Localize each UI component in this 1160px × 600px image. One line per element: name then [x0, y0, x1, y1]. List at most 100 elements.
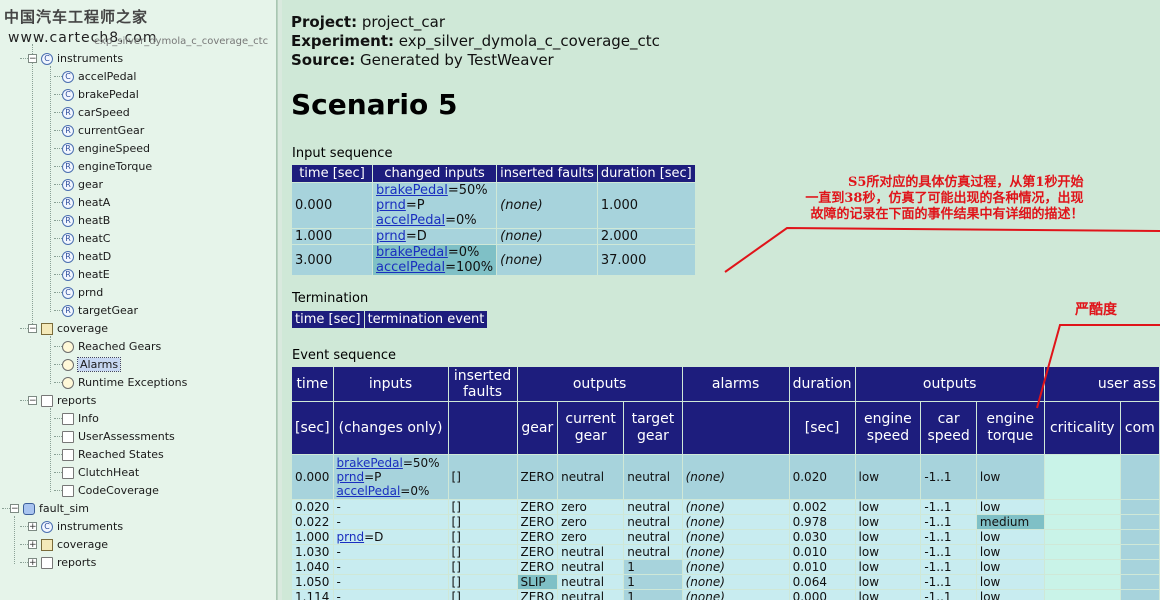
- result-variable-icon: R: [62, 160, 74, 173]
- tree-item-reports[interactable]: − reports: [28, 392, 96, 409]
- engine-speed-cell: low: [855, 455, 921, 499]
- tree-item-coverage[interactable]: − coverage: [28, 320, 108, 337]
- tree-item-experiment-partial[interactable]: exp_silver_dymola_c_coverage_ctc: [32, 33, 268, 50]
- tree-item-label: Reached Gears: [78, 340, 162, 353]
- tree-item-fault-sim[interactable]: − fault_sim: [10, 500, 89, 517]
- tree-item-label: brakePedal: [78, 88, 139, 101]
- comment-cell[interactable]: [1120, 530, 1159, 544]
- project-tree-panel[interactable]: 中国汽车工程师之家 www.cartech8.com exp_silver_dy…: [0, 0, 277, 600]
- target-gear-cell: neutral: [624, 500, 682, 514]
- faults-cell: []: [448, 575, 517, 589]
- car-speed-cell: -1..1: [921, 455, 976, 499]
- expander-icon[interactable]: +: [28, 540, 37, 550]
- comment-cell[interactable]: [1120, 500, 1159, 514]
- tree-item-fault-sim-coverage[interactable]: + coverage: [28, 536, 108, 553]
- input-change: accelPedal=0%: [376, 213, 493, 228]
- tree-item-heatB[interactable]: RheatB: [62, 212, 110, 229]
- input-link[interactable]: prnd: [337, 470, 365, 484]
- input-link[interactable]: accelPedal: [376, 260, 445, 275]
- criticality-cell[interactable]: [1044, 545, 1120, 559]
- tree-item-heatD[interactable]: RheatD: [62, 248, 111, 265]
- tree-guide-line: [50, 66, 51, 312]
- engine-torque-cell: low: [976, 455, 1044, 499]
- expander-icon[interactable]: −: [28, 54, 37, 64]
- tree-item-label: reports: [57, 556, 97, 569]
- input-link[interactable]: accelPedal: [337, 484, 401, 498]
- tree-item-report-2[interactable]: Reached States: [62, 446, 164, 463]
- tree-item-instruments[interactable]: − Cinstruments: [28, 50, 123, 67]
- table-row: 0.020-[] ZERO zero neutral (none) 0.002 low -1.…: [292, 500, 1159, 514]
- tree-item-prnd[interactable]: Cprnd: [62, 284, 103, 301]
- criticality-cell[interactable]: [1044, 500, 1120, 514]
- faults-cell: []: [448, 515, 517, 529]
- input-value: =P: [364, 470, 382, 484]
- tree-connector: [54, 292, 62, 293]
- tree-item-engineTorque[interactable]: RengineTorque: [62, 158, 152, 175]
- tree-item-accelPedal[interactable]: CaccelPedal: [62, 68, 136, 85]
- tree-connector: [54, 220, 62, 221]
- tree-item-currentGear[interactable]: RcurrentGear: [62, 122, 144, 139]
- comment-cell[interactable]: [1120, 575, 1159, 589]
- input-link[interactable]: prnd: [337, 530, 365, 544]
- annotation-line: S5所对应的具体仿真过程，从第1秒开始: [848, 175, 1084, 190]
- comment-cell[interactable]: [1120, 590, 1159, 600]
- tree-item-brakePedal[interactable]: CbrakePedal: [62, 86, 139, 103]
- expander-icon[interactable]: +: [28, 558, 37, 568]
- tree-item-heatE[interactable]: RheatE: [62, 266, 110, 283]
- criticality-cell[interactable]: [1044, 560, 1120, 574]
- engine-speed-cell: low: [855, 575, 921, 589]
- tree-item-report-0[interactable]: Info: [62, 410, 99, 427]
- result-variable-icon: R: [62, 196, 74, 209]
- expander-icon[interactable]: −: [10, 504, 19, 514]
- tree-item-coverage-0[interactable]: Reached Gears: [62, 338, 161, 355]
- tree-item-report-3[interactable]: ClutchHeat: [62, 464, 139, 481]
- input-value: =0%: [400, 484, 430, 498]
- criticality-cell[interactable]: [1044, 530, 1120, 544]
- criticality-cell[interactable]: [1044, 455, 1120, 499]
- duration-cell: 2.000: [597, 229, 695, 244]
- expander-icon[interactable]: +: [28, 522, 37, 532]
- tree-item-coverage-1[interactable]: Alarms: [62, 356, 122, 373]
- input-link[interactable]: accelPedal: [376, 213, 445, 228]
- tree-item-gear[interactable]: Rgear: [62, 176, 103, 193]
- alarms-cell: (none): [682, 575, 789, 589]
- input-link[interactable]: brakePedal: [376, 183, 448, 198]
- criticality-cell[interactable]: [1044, 590, 1120, 600]
- tree-item-fault-sim-reports[interactable]: + reports: [28, 554, 96, 571]
- criticality-cell[interactable]: [1044, 515, 1120, 529]
- result-variable-icon: R: [62, 250, 74, 263]
- comment-cell[interactable]: [1120, 545, 1159, 559]
- input-link[interactable]: prnd: [376, 229, 406, 244]
- comment-cell[interactable]: [1120, 455, 1159, 499]
- input-link[interactable]: brakePedal: [376, 245, 448, 260]
- table-row: 1.000 prnd=D[] ZERO zero neutral (none) 0.030 l…: [292, 530, 1159, 544]
- input-link[interactable]: brakePedal: [337, 456, 403, 470]
- tree-item-heatC[interactable]: RheatC: [62, 230, 110, 247]
- tree-connector: [54, 310, 62, 311]
- input-link[interactable]: prnd: [376, 198, 406, 213]
- tree-connector: [54, 76, 62, 77]
- expander-icon[interactable]: −: [28, 324, 37, 334]
- comment-cell[interactable]: [1120, 560, 1159, 574]
- tree-item-carSpeed[interactable]: RcarSpeed: [62, 104, 130, 121]
- engine-torque-cell: low: [976, 590, 1044, 600]
- report-document-icon: [62, 484, 74, 497]
- column-header: [682, 402, 789, 454]
- input-change: -: [337, 500, 445, 514]
- table-row: 0.000 brakePedal=50% prnd=P accelPedal=0%[]…: [292, 455, 1159, 499]
- input-change: brakePedal=50%: [376, 183, 493, 198]
- criticality-cell[interactable]: [1044, 575, 1120, 589]
- tree-item-report-4[interactable]: CodeCoverage: [62, 482, 159, 499]
- tree-item-targetGear[interactable]: RtargetGear: [62, 302, 138, 319]
- inputs-cell: prnd=D: [333, 530, 448, 544]
- tree-connector: [54, 364, 62, 365]
- expander-icon[interactable]: −: [28, 396, 37, 406]
- tree-item-report-1[interactable]: UserAssessments: [62, 428, 175, 445]
- tree-item-engineSpeed[interactable]: RengineSpeed: [62, 140, 150, 157]
- comment-cell[interactable]: [1120, 515, 1159, 529]
- report-view[interactable]: Project: project_car Experiment: exp_sil…: [282, 0, 1160, 600]
- tree-item-heatA[interactable]: RheatA: [62, 194, 110, 211]
- tree-item-fault-sim-instruments[interactable]: + Cinstruments: [28, 518, 123, 535]
- tree-item-coverage-2[interactable]: Runtime Exceptions: [62, 374, 187, 391]
- input-value: =0%: [447, 245, 480, 260]
